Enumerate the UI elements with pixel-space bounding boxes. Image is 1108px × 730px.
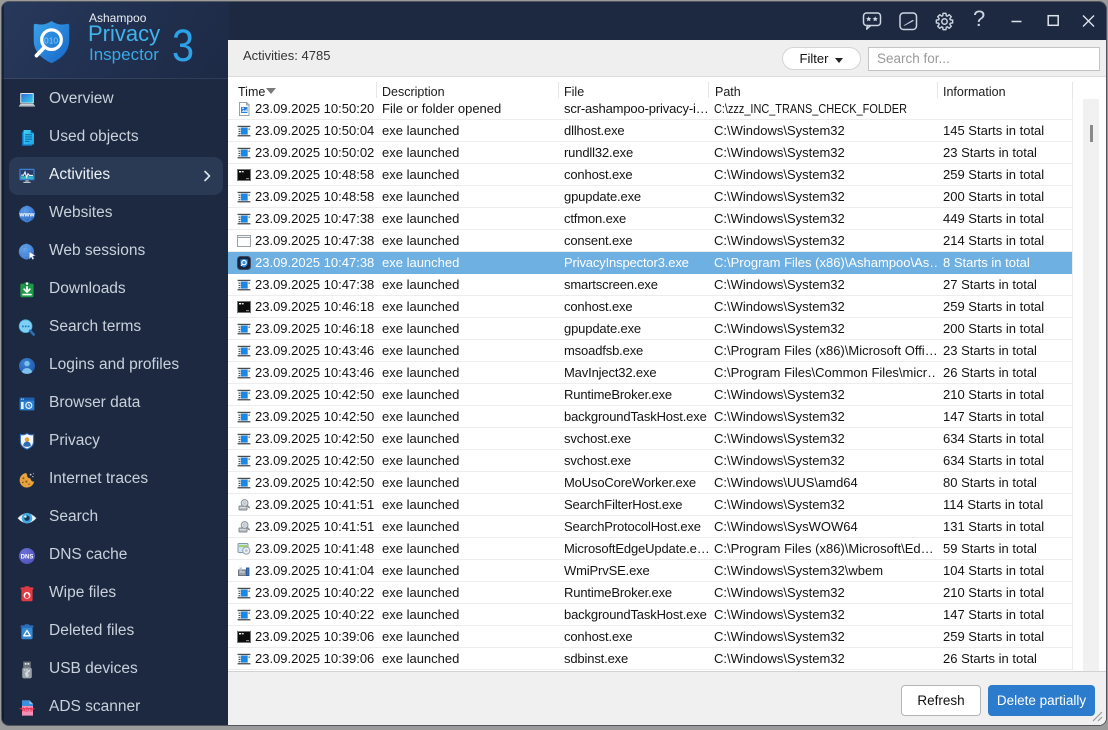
svg-text:DNS: DNS bbox=[21, 554, 34, 560]
svg-text:010: 010 bbox=[44, 35, 58, 45]
svg-text:www: www bbox=[19, 212, 35, 219]
